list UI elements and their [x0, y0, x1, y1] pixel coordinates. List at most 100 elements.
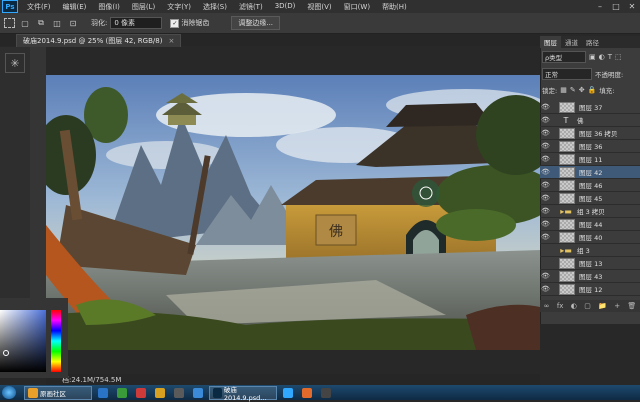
lock-brush-icon[interactable]: ✎ [570, 86, 576, 94]
visibility-eye-icon[interactable]: 👁 [540, 207, 551, 215]
tab-layers[interactable]: 图层 [540, 36, 561, 48]
layer-row[interactable]: 👁 图层 46 [540, 179, 640, 192]
layer-filter-row: ρ类型 ▣ ◐ T ⬚ [542, 51, 638, 63]
window-controls: – □ ✕ [592, 0, 640, 13]
add-selection-icon[interactable]: ⧉ [35, 17, 47, 29]
antialias-label: 消除锯齿 [181, 19, 210, 27]
menu-item-7[interactable]: 3D(D) [269, 2, 302, 12]
lock-pixels-icon[interactable]: ▦ [560, 86, 567, 94]
taskbar-item[interactable] [95, 387, 111, 399]
new-selection-icon[interactable]: ▢ [19, 17, 31, 29]
taskbar-item[interactable] [114, 387, 130, 399]
layer-row[interactable]: 👁 ▸▬ 组 3 拷贝 [540, 205, 640, 218]
layer-row[interactable]: 👁 图层 43 [540, 270, 640, 283]
taskbar-item[interactable]: 原画社区 [24, 385, 92, 400]
taskbar-item[interactable] [280, 387, 296, 399]
menu-item-0[interactable]: 文件(F) [21, 2, 57, 12]
subtract-selection-icon[interactable]: ◫ [51, 17, 63, 29]
menu-item-9[interactable]: 窗口(W) [338, 2, 376, 12]
tab-channels[interactable]: 通道 [561, 36, 582, 48]
layer-row[interactable]: 👁 图层 36 拷贝 [540, 127, 640, 140]
taskbar-item[interactable] [299, 387, 315, 399]
layer-row[interactable]: 👁 图层 11 [540, 153, 640, 166]
layer-name: 图层 43 [579, 273, 603, 281]
lock-move-icon[interactable]: ✥ [579, 86, 585, 94]
panel-tabs: 图层 通道 路径 [540, 36, 640, 48]
folder-icon: ▸▬ [560, 245, 572, 255]
taskbar-item[interactable] [133, 387, 149, 399]
layer-row[interactable]: 👁 图层 45 [540, 192, 640, 205]
blend-mode-select[interactable]: 正常 [542, 68, 592, 80]
visibility-eye-icon[interactable]: 👁 [540, 155, 551, 163]
marquee-tool-icon[interactable] [4, 18, 15, 28]
menu-item-6[interactable]: 滤镜(T) [233, 2, 269, 12]
filter-text-icon[interactable]: T [608, 53, 612, 61]
layer-row[interactable]: 👁 图层 40 [540, 231, 640, 244]
intersect-selection-icon[interactable]: ⊡ [67, 17, 79, 29]
layer-row[interactable]: ▸▬ 组 3 [540, 244, 640, 257]
menu-item-8[interactable]: 视图(V) [301, 2, 337, 12]
visibility-eye-icon[interactable]: 👁 [540, 194, 551, 202]
minimize-button[interactable]: – [592, 0, 608, 13]
visibility-eye-icon[interactable]: 👁 [540, 116, 551, 124]
hue-slider[interactable] [51, 310, 61, 372]
maximize-button[interactable]: □ [608, 0, 624, 13]
brush-settings-icon[interactable]: ✳ [5, 53, 25, 73]
taskbar-item[interactable] [190, 387, 206, 399]
layer-row[interactable]: 👁 图层 12 [540, 283, 640, 296]
filter-adjust-icon[interactable]: ◐ [599, 53, 605, 61]
layer-row[interactable]: 👁 T 佛 [540, 114, 640, 127]
visibility-eye-icon[interactable]: 👁 [540, 168, 551, 176]
trash-icon[interactable]: 🗑 [627, 302, 636, 310]
layer-row[interactable]: 👁 图层 36 [540, 140, 640, 153]
canvas-artwork[interactable]: 佛 [46, 75, 540, 350]
layer-row[interactable]: 👁 图层 42 [540, 166, 640, 179]
visibility-eye-icon[interactable]: 👁 [540, 233, 551, 241]
new-layer-icon[interactable]: + [614, 302, 620, 310]
layer-thumbnail [559, 127, 575, 139]
antialias-checkbox[interactable]: ✓ 消除锯齿 [170, 18, 209, 28]
lock-all-icon[interactable]: 🔒 [588, 86, 597, 94]
document-tab[interactable]: 破庙2014.9.psd @ 25% (图层 42, RGB/8) × [16, 34, 182, 47]
visibility-eye-icon[interactable]: 👁 [540, 285, 551, 293]
close-window-button[interactable]: ✕ [624, 0, 640, 13]
menu-item-1[interactable]: 编辑(E) [57, 2, 93, 12]
close-tab-icon[interactable]: × [168, 37, 174, 45]
menu-item-2[interactable]: 图像(I) [92, 2, 126, 12]
visibility-eye-icon[interactable]: 👁 [540, 220, 551, 228]
visibility-eye-icon[interactable]: 👁 [540, 103, 551, 111]
menu-item-4[interactable]: 文字(Y) [161, 2, 197, 12]
taskbar-item[interactable] [152, 387, 168, 399]
layer-name: 图层 12 [579, 286, 603, 294]
refine-edge-button[interactable]: 调整边缘... [231, 16, 281, 30]
taskbar-item[interactable]: 破庙2014.9.psd... [209, 385, 277, 402]
blend-mode-row: 正常 不透明度: [542, 68, 638, 80]
layer-row[interactable]: 图层 13 [540, 257, 640, 270]
tab-paths[interactable]: 路径 [582, 36, 603, 48]
filter-shape-icon[interactable]: ⬚ [615, 53, 622, 61]
filter-pixel-icon[interactable]: ▣ [589, 53, 596, 61]
menu-item-10[interactable]: 帮助(H) [376, 2, 413, 12]
visibility-eye-icon[interactable]: 👁 [540, 129, 551, 137]
adjustment-icon[interactable]: ◐ [571, 302, 577, 310]
mask-icon[interactable]: ▢ [584, 302, 591, 310]
color-saturation-field[interactable] [0, 310, 46, 372]
new-group-icon[interactable]: 📁 [598, 302, 607, 310]
layer-filter-select[interactable]: ρ类型 [542, 51, 586, 63]
menu-item-3[interactable]: 图层(L) [126, 2, 161, 12]
layer-thumbnail [559, 231, 575, 243]
layer-row[interactable]: 👁 图层 44 [540, 218, 640, 231]
layer-list: 👁 图层 37 👁 T 佛 👁 图层 36 拷贝 👁 图层 36 👁 图层 11 👁 图层 42 👁 图层 … [540, 101, 640, 301]
feather-input[interactable]: 0 像素 [110, 17, 163, 29]
visibility-eye-icon[interactable]: 👁 [540, 181, 551, 189]
layer-row[interactable]: 👁 图层 37 [540, 101, 640, 114]
color-picker-marker[interactable] [3, 350, 9, 356]
start-button[interactable] [2, 386, 16, 399]
visibility-eye-icon[interactable]: 👁 [540, 142, 551, 150]
link-layers-icon[interactable]: ∞ [544, 302, 550, 310]
fx-icon[interactable]: fx [557, 302, 564, 310]
menu-item-5[interactable]: 选择(S) [197, 2, 233, 12]
taskbar-item[interactable] [318, 387, 334, 399]
visibility-eye-icon[interactable]: 👁 [540, 272, 551, 280]
taskbar-item[interactable] [171, 387, 187, 399]
